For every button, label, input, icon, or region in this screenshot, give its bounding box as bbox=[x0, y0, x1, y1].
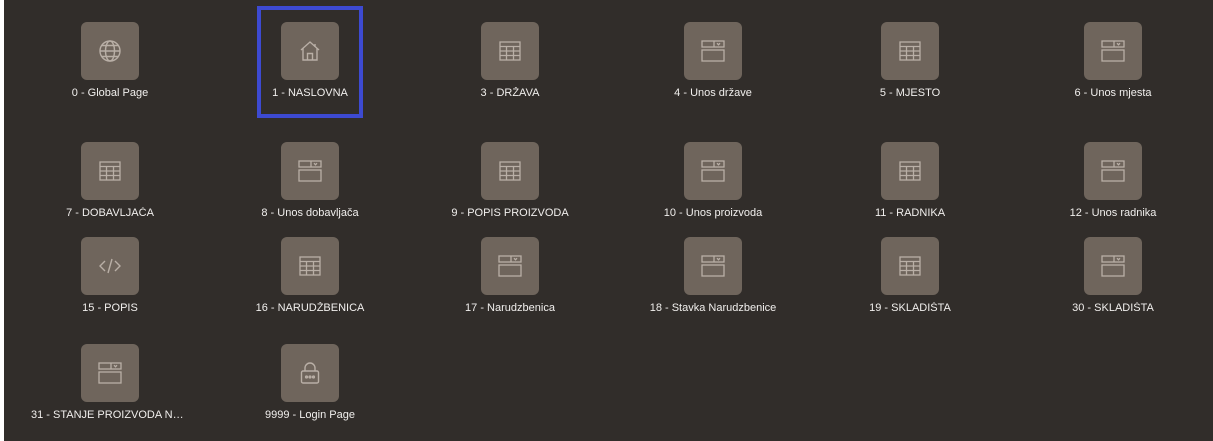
page-tile-label[interactable]: 19 - SKLADIŠTA bbox=[831, 302, 989, 314]
form-icon[interactable] bbox=[481, 237, 539, 295]
page-tile-label[interactable]: 18 - Stavka Narudzbenice bbox=[634, 302, 792, 314]
page-tile[interactable]: 19 - SKLADIŠTA bbox=[861, 225, 959, 329]
form-icon[interactable] bbox=[81, 344, 139, 402]
form-icon[interactable] bbox=[684, 237, 742, 295]
form-icon[interactable] bbox=[684, 22, 742, 80]
page-tile[interactable]: 3 - DRŽAVA bbox=[461, 10, 559, 114]
page-tile[interactable]: 5 - MJESTO bbox=[861, 10, 959, 114]
grid-icon[interactable] bbox=[481, 22, 539, 80]
code-icon[interactable] bbox=[81, 237, 139, 295]
page-tile[interactable]: 6 - Unos mjesta bbox=[1064, 10, 1162, 114]
page-tile-label[interactable]: 5 - MJESTO bbox=[831, 87, 989, 99]
page-tile[interactable]: 31 - STANJE PROIZVODA NA SKLA... bbox=[31, 332, 189, 436]
page-tile[interactable]: 12 - Unos radnika bbox=[1064, 130, 1162, 234]
grid-icon[interactable] bbox=[481, 142, 539, 200]
page-tile-label[interactable]: 8 - Unos dobavljača bbox=[231, 207, 389, 219]
page-tile-label[interactable]: 11 - RADNIKA bbox=[831, 207, 989, 219]
page-tile[interactable]: 9 - POPIS PROIZVODA bbox=[451, 130, 569, 234]
page-tile[interactable]: 15 - POPIS bbox=[61, 225, 159, 329]
page-tile[interactable]: 8 - Unos dobavljača bbox=[261, 130, 359, 234]
page-tile-label[interactable]: 30 - SKLADIŠTA bbox=[1034, 302, 1192, 314]
page-tile[interactable]: 10 - Unos proizvoda bbox=[664, 130, 762, 234]
page-gallery: 0 - Global Page 1 - NASLOVNA 3 - DRŽAVA 4 -… bbox=[0, 0, 1213, 441]
page-tile-label[interactable]: 12 - Unos radnika bbox=[1034, 207, 1192, 219]
form-icon[interactable] bbox=[1084, 142, 1142, 200]
grid-icon[interactable] bbox=[281, 237, 339, 295]
page-tile[interactable]: 17 - Narudzbenica bbox=[461, 225, 559, 329]
grid-icon[interactable] bbox=[81, 142, 139, 200]
page-tile[interactable]: 11 - RADNIKA bbox=[861, 130, 959, 234]
page-tile-label[interactable]: 9 - POPIS PROIZVODA bbox=[431, 207, 589, 219]
page-tile-label[interactable]: 3 - DRŽAVA bbox=[431, 87, 589, 99]
home-icon[interactable] bbox=[281, 22, 339, 80]
form-icon[interactable] bbox=[281, 142, 339, 200]
grid-icon[interactable] bbox=[881, 22, 939, 80]
page-tile[interactable]: 7 - DOBAVLJAČA bbox=[61, 130, 159, 234]
left-edge bbox=[0, 0, 4, 441]
page-tile[interactable]: 18 - Stavka Narudzbenice bbox=[650, 225, 776, 329]
page-tile-label[interactable]: 7 - DOBAVLJAČA bbox=[31, 207, 189, 219]
grid-icon[interactable] bbox=[881, 142, 939, 200]
page-tile[interactable]: 0 - Global Page bbox=[61, 10, 159, 114]
page-tile[interactable]: 1 - NASLOVNA bbox=[257, 6, 363, 118]
page-tile-label[interactable]: 4 - Unos države bbox=[634, 87, 792, 99]
page-tile-label[interactable]: 6 - Unos mjesta bbox=[1034, 87, 1192, 99]
page-tile-label[interactable]: 10 - Unos proizvoda bbox=[634, 207, 792, 219]
form-icon[interactable] bbox=[1084, 237, 1142, 295]
page-tile-label[interactable]: 9999 - Login Page bbox=[231, 409, 389, 421]
page-tile[interactable]: 30 - SKLADIŠTA bbox=[1064, 225, 1162, 329]
form-icon[interactable] bbox=[1084, 22, 1142, 80]
page-tile[interactable]: 4 - Unos države bbox=[664, 10, 762, 114]
globe-icon[interactable] bbox=[81, 22, 139, 80]
page-tile-label[interactable]: 0 - Global Page bbox=[31, 87, 189, 99]
page-tile[interactable]: 16 - NARUDŽBENICA bbox=[256, 225, 364, 329]
lock-icon[interactable] bbox=[281, 344, 339, 402]
page-tile-label[interactable]: 16 - NARUDŽBENICA bbox=[231, 302, 389, 314]
page-tile-label[interactable]: 31 - STANJE PROIZVODA NA SKLA... bbox=[31, 409, 189, 421]
page-tile[interactable]: 9999 - Login Page bbox=[261, 332, 359, 436]
page-tile-label[interactable]: 17 - Narudzbenica bbox=[431, 302, 589, 314]
page-tile-label[interactable]: 1 - NASLOVNA bbox=[231, 87, 389, 99]
grid-icon[interactable] bbox=[881, 237, 939, 295]
form-icon[interactable] bbox=[684, 142, 742, 200]
page-tile-label[interactable]: 15 - POPIS bbox=[31, 302, 189, 314]
